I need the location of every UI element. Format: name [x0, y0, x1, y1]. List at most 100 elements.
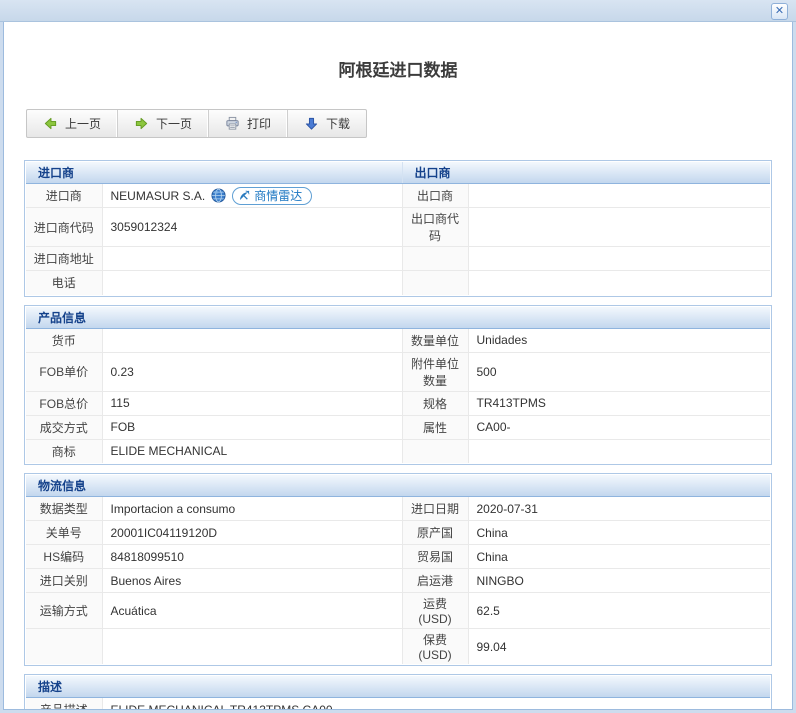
print-button[interactable]: 打印: [209, 110, 288, 137]
field-value: 20001IC04119120D: [102, 521, 402, 545]
field-label: [402, 439, 468, 463]
field-label: 贸易国: [402, 545, 468, 569]
field-label: 保费(USD): [402, 629, 468, 665]
field-label: 运费(USD): [402, 593, 468, 629]
toolbar: 上一页 下一页 打印 下载: [26, 109, 367, 138]
field-value: Buenos Aires: [102, 569, 402, 593]
field-label: 进口日期: [402, 497, 468, 521]
table-row: 货币 数量单位Unidades: [26, 328, 770, 352]
table-row: 运输方式Acuática运费(USD)62.5: [26, 593, 770, 629]
field-value: 62.5: [468, 593, 770, 629]
field-label: 成交方式: [26, 415, 102, 439]
business-radar-link[interactable]: 商情雷达: [232, 187, 312, 205]
field-label: 商标: [26, 439, 102, 463]
field-value: NINGBO: [468, 569, 770, 593]
importer-value: NEUMASUR S.A. 商情雷达: [111, 187, 394, 205]
field-value: 99.04: [468, 629, 770, 665]
section-logistics-info: 物流信息数据类型Importacion a consumo进口日期2020-07…: [24, 473, 772, 666]
radar-link-label: 商情雷达: [254, 187, 302, 204]
section-parties: 进口商出口商进口商NEUMASUR S.A.商情雷达出口商进口商代码305901…: [24, 160, 772, 297]
table-row: 产品描述ELIDE MECHANICAL TR413TPMS CA00-: [26, 698, 770, 711]
table-row: 成交方式FOB属性CA00-: [26, 415, 770, 439]
download-button[interactable]: 下载: [288, 110, 366, 137]
arrow-left-icon: [43, 116, 58, 131]
printer-icon: [225, 116, 240, 131]
field-value: [102, 629, 402, 665]
toolbar-button-label: 打印: [247, 115, 271, 132]
field-value: China: [468, 545, 770, 569]
field-value: 500: [468, 352, 770, 391]
dialog-body: 阿根廷进口数据 上一页下一页打印下载 进口商出口商进口商NEUMASUR S.A…: [3, 22, 793, 710]
toolbar-button-label: 下载: [326, 115, 350, 132]
field-label: 货币: [26, 328, 102, 352]
field-label: 进口关别: [26, 569, 102, 593]
field-label: [402, 247, 468, 271]
field-value: 2020-07-31: [468, 497, 770, 521]
field-label: FOB单价: [26, 352, 102, 391]
field-label: 电话: [26, 271, 102, 295]
section-header: 描述: [26, 676, 770, 698]
field-label: 附件单位数量: [402, 352, 468, 391]
section-header: 物流信息: [26, 475, 770, 497]
sections-container: 进口商出口商进口商NEUMASUR S.A.商情雷达出口商进口商代码305901…: [24, 160, 772, 710]
table-row: 数据类型Importacion a consumo进口日期2020-07-31: [26, 497, 770, 521]
field-label: 运输方式: [26, 593, 102, 629]
dialog-titlebar: ✕: [0, 0, 796, 22]
table-row: FOB单价0.23附件单位数量500: [26, 352, 770, 391]
table-row: 进口商代码3059012324出口商代码: [26, 208, 770, 247]
field-value: FOB: [102, 415, 402, 439]
field-label: 进口商代码: [26, 208, 102, 247]
field-value: [102, 247, 402, 271]
field-value: 84818099510: [102, 545, 402, 569]
globe-icon[interactable]: [211, 188, 226, 203]
field-label: FOB总价: [26, 391, 102, 415]
radar-icon: [238, 189, 251, 202]
field-value: [102, 328, 402, 352]
importer-company-name: NEUMASUR S.A.: [111, 189, 206, 203]
field-label: 产品描述: [26, 698, 102, 711]
next-page-button[interactable]: 下一页: [118, 110, 209, 137]
field-label: 出口商: [402, 184, 468, 208]
section-description: 描述产品描述ELIDE MECHANICAL TR413TPMS CA00-HS…: [24, 674, 772, 710]
field-value: ELIDE MECHANICAL: [102, 439, 402, 463]
field-label: 启运港: [402, 569, 468, 593]
section-header: 出口商: [402, 162, 770, 184]
table-row: 电话: [26, 271, 770, 295]
table-row: 关单号20001IC04119120D原产国China: [26, 521, 770, 545]
field-value: Importacion a consumo: [102, 497, 402, 521]
toolbar-button-label: 下一页: [156, 115, 192, 132]
field-label: 规格: [402, 391, 468, 415]
toolbar-button-label: 上一页: [65, 115, 101, 132]
field-label: 出口商代码: [402, 208, 468, 247]
table-row: 进口关别Buenos Aires启运港NINGBO: [26, 569, 770, 593]
field-label: 关单号: [26, 521, 102, 545]
field-value: [468, 247, 770, 271]
close-icon[interactable]: ✕: [771, 3, 788, 20]
section-product-info: 产品信息货币数量单位UnidadesFOB单价0.23附件单位数量500FOB总…: [24, 305, 772, 466]
field-value: [102, 271, 402, 295]
field-value: [468, 208, 770, 247]
field-value: Unidades: [468, 328, 770, 352]
table-row: HS编码84818099510贸易国China: [26, 545, 770, 569]
field-value: [468, 184, 770, 208]
field-value: Acuática: [102, 593, 402, 629]
table-row: 进口商 NEUMASUR S.A. 商情雷达 出口商: [26, 184, 770, 208]
section-header: 进口商: [26, 162, 402, 184]
table-row: 进口商地址: [26, 247, 770, 271]
field-value: 3059012324: [102, 208, 402, 247]
field-value: CA00-: [468, 415, 770, 439]
field-value: NEUMASUR S.A. 商情雷达: [102, 184, 402, 208]
prev-page-button[interactable]: 上一页: [27, 110, 118, 137]
field-value: TR413TPMS: [468, 391, 770, 415]
field-label: [402, 271, 468, 295]
arrow-down-icon: [304, 116, 319, 131]
table-row: FOB总价115规格TR413TPMS: [26, 391, 770, 415]
field-value: [468, 271, 770, 295]
field-value: [468, 439, 770, 463]
table-row: 商标ELIDE MECHANICAL: [26, 439, 770, 463]
field-value: 0.23: [102, 352, 402, 391]
field-label: 进口商: [26, 184, 102, 208]
field-label: [26, 629, 102, 665]
field-label: 数量单位: [402, 328, 468, 352]
field-label: 属性: [402, 415, 468, 439]
